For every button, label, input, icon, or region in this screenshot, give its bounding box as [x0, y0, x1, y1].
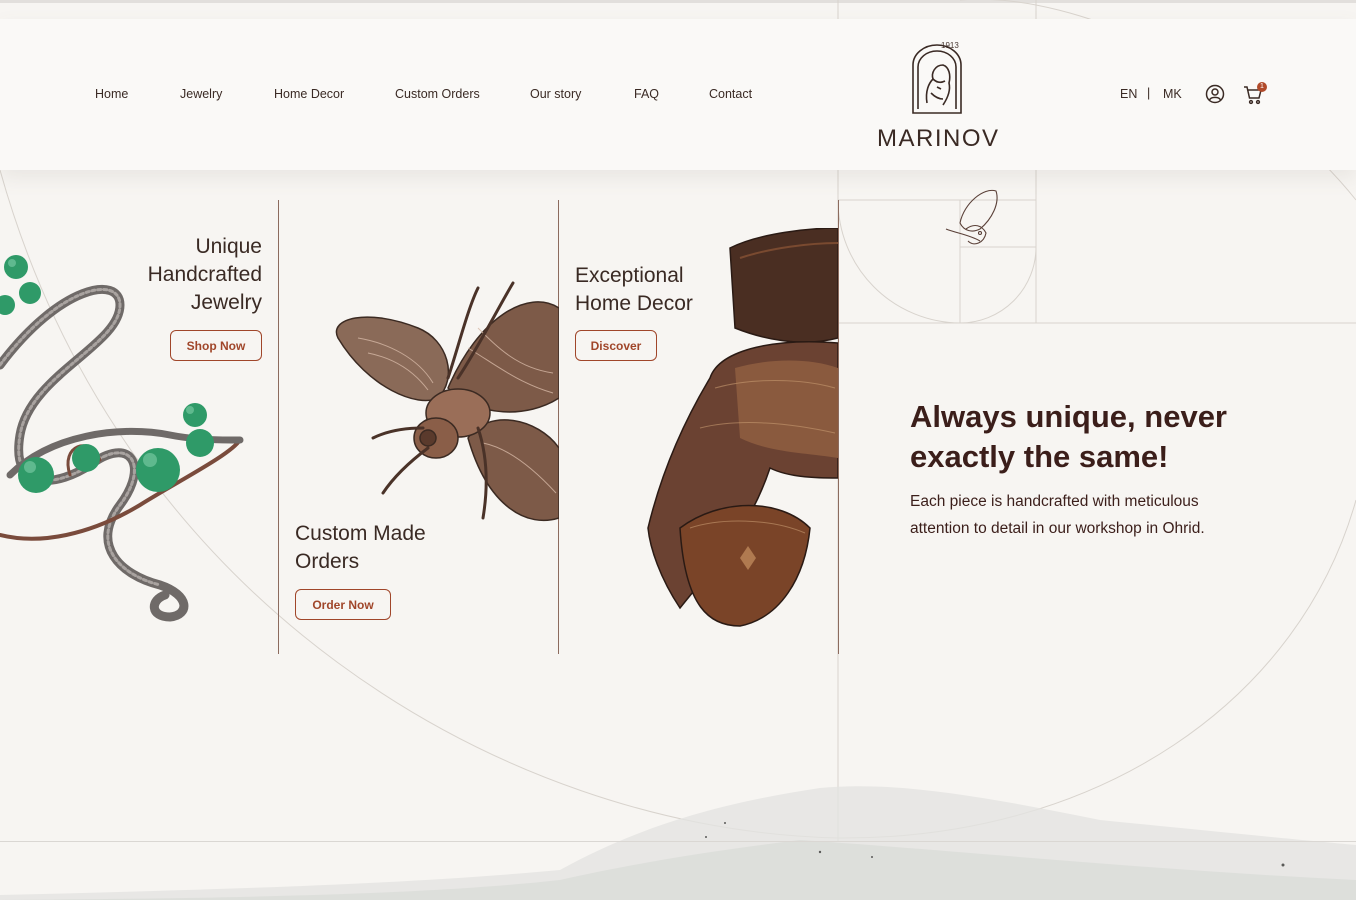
decor-title-line-2: Home Decor	[575, 292, 693, 315]
nav-custom-orders[interactable]: Custom Orders	[395, 87, 480, 101]
custom-panel-title: Custom Made Orders	[295, 520, 535, 576]
top-border	[0, 0, 1356, 3]
section-divider	[0, 841, 1356, 842]
nav-faq[interactable]: FAQ	[634, 87, 659, 101]
mountain-landscape-image	[0, 786, 1356, 900]
nav-jewelry[interactable]: Jewelry	[180, 87, 222, 101]
jewelry-title-line-2: Handcrafted	[147, 263, 262, 286]
cart-count-badge: 1	[1257, 82, 1267, 92]
nav-contact[interactable]: Contact	[709, 87, 752, 101]
decor-title-line-1: Exceptional	[575, 264, 684, 287]
bee-sculpture-image	[335, 281, 559, 522]
discover-button[interactable]: Discover	[575, 330, 657, 361]
nav-home[interactable]: Home	[95, 87, 128, 101]
nav-our-story[interactable]: Our story	[530, 87, 581, 101]
decor-panel-title: Exceptional Home Decor	[575, 262, 815, 318]
lang-mk[interactable]: MK	[1163, 87, 1182, 101]
column-divider-3	[838, 200, 839, 654]
jewelry-title-line-3: Jewelry	[190, 291, 262, 314]
order-now-button[interactable]: Order Now	[295, 589, 391, 620]
logo-wordmark: MARINOV	[877, 125, 1000, 152]
butterfly-icon	[945, 189, 998, 245]
logo-portrait-icon	[912, 44, 962, 114]
lang-separator: |	[1147, 86, 1151, 100]
custom-title-line-1: Custom Made	[295, 522, 426, 545]
hero-headline: Always unique, never exactly the same!	[910, 399, 1227, 474]
custom-title-line-2: Orders	[295, 550, 360, 573]
column-divider-1	[278, 200, 279, 654]
nav-home-decor[interactable]: Home Decor	[274, 87, 344, 101]
site-header: Home Jewelry Home Decor Custom Orders Ou…	[0, 19, 1356, 170]
user-icon[interactable]	[1205, 84, 1225, 104]
brand-logo[interactable]: 1913 MARINOV	[873, 39, 1003, 159]
jewelry-panel-title: Unique Handcrafted Jewelry	[120, 233, 262, 317]
lang-en[interactable]: EN	[1120, 87, 1137, 101]
jewelry-title-line-1: Unique	[195, 235, 262, 258]
hero-subtext: Each piece is handcrafted with meticulou…	[910, 493, 1205, 537]
shop-now-button[interactable]: Shop Now	[170, 330, 262, 361]
main-nav: Home Jewelry Home Decor Custom Orders Ou…	[0, 19, 800, 170]
